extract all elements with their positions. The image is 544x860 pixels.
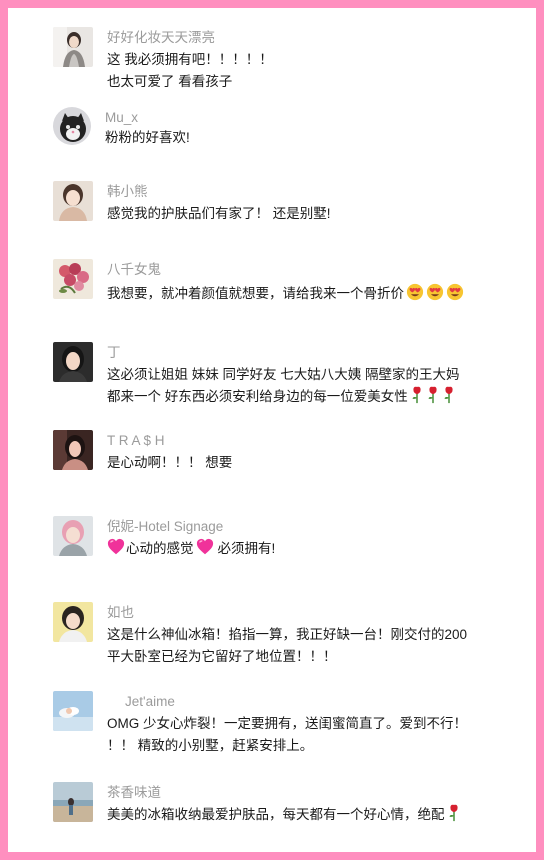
avatar[interactable] xyxy=(53,430,93,470)
comment-text: 感觉我的护肤品们有家了！ 还是别墅! xyxy=(107,206,331,221)
comment-text: 美美的冰箱收纳最爱护肤品，每天都有一个好心情，绝配 xyxy=(107,804,507,829)
rose-emoji xyxy=(442,386,456,411)
comment-author[interactable]: Jet'aime xyxy=(125,693,175,711)
comment-author[interactable]: 好好化妆天天漂亮 xyxy=(107,29,215,47)
comment-author[interactable]: 韩小熊 xyxy=(107,183,148,201)
avatar[interactable] xyxy=(53,259,93,299)
comment-author[interactable]: 倪妮-Hotel Signage xyxy=(107,518,223,536)
comments-panel: 好好化妆天天漂亮 这 我必须拥有吧！！！！！ 也太可爱了 看看孩子 Mu_x 粉… xyxy=(8,8,536,852)
rose-emoji xyxy=(410,386,424,411)
comment-text: 粉粉的好喜欢! xyxy=(105,130,190,145)
comment-text: 心动的感觉 必须拥有! xyxy=(107,538,507,563)
comment-text: 这必须让姐姐 妹妹 同学好友 七大姑八大姨 隔壁家的王大妈 都来一个 好东西必须… xyxy=(107,364,507,411)
comment-author[interactable]: T R A $ H xyxy=(107,432,165,450)
avatar[interactable] xyxy=(53,342,93,382)
comment-text: 这是什么神仙冰箱！掐指一算，我正好缺一台！刚交付的200 平大卧室已经为它留好了… xyxy=(107,627,468,664)
comment-text: OMG 少女心炸裂！一定要拥有，送闺蜜简直了。爱到不行！ ！！ 精致的小别墅，赶… xyxy=(107,716,467,753)
avatar[interactable] xyxy=(53,691,93,731)
rose-emoji xyxy=(447,804,461,829)
avatar[interactable] xyxy=(53,602,93,642)
rose-emoji xyxy=(426,386,440,411)
comment-text: 这 我必须拥有吧！！！！！ 也太可爱了 看看孩子 xyxy=(107,52,273,89)
comment-text: 我想要，就冲着颜值就想要，请给我来一个骨折价 xyxy=(107,283,507,308)
pink-heart-emoji xyxy=(196,538,214,563)
avatar[interactable] xyxy=(53,782,93,822)
comment-text: 是心动啊！！！ 想要 xyxy=(107,455,233,470)
heart-eyes-emoji xyxy=(446,283,464,308)
comment-author[interactable]: Mu_x xyxy=(105,109,138,127)
comment-author[interactable]: 茶香味道 xyxy=(107,784,161,802)
avatar[interactable] xyxy=(53,516,93,556)
avatar[interactable] xyxy=(53,181,93,221)
heart-eyes-emoji xyxy=(406,283,424,308)
avatar[interactable] xyxy=(53,107,91,145)
pink-heart-emoji xyxy=(107,538,125,563)
comment-author[interactable]: 八千女鬼 xyxy=(107,261,161,279)
comment-author[interactable]: 丁 xyxy=(107,344,121,362)
heart-eyes-emoji xyxy=(426,283,444,308)
avatar[interactable] xyxy=(53,27,93,67)
comment-author[interactable]: 如也 xyxy=(107,604,134,622)
